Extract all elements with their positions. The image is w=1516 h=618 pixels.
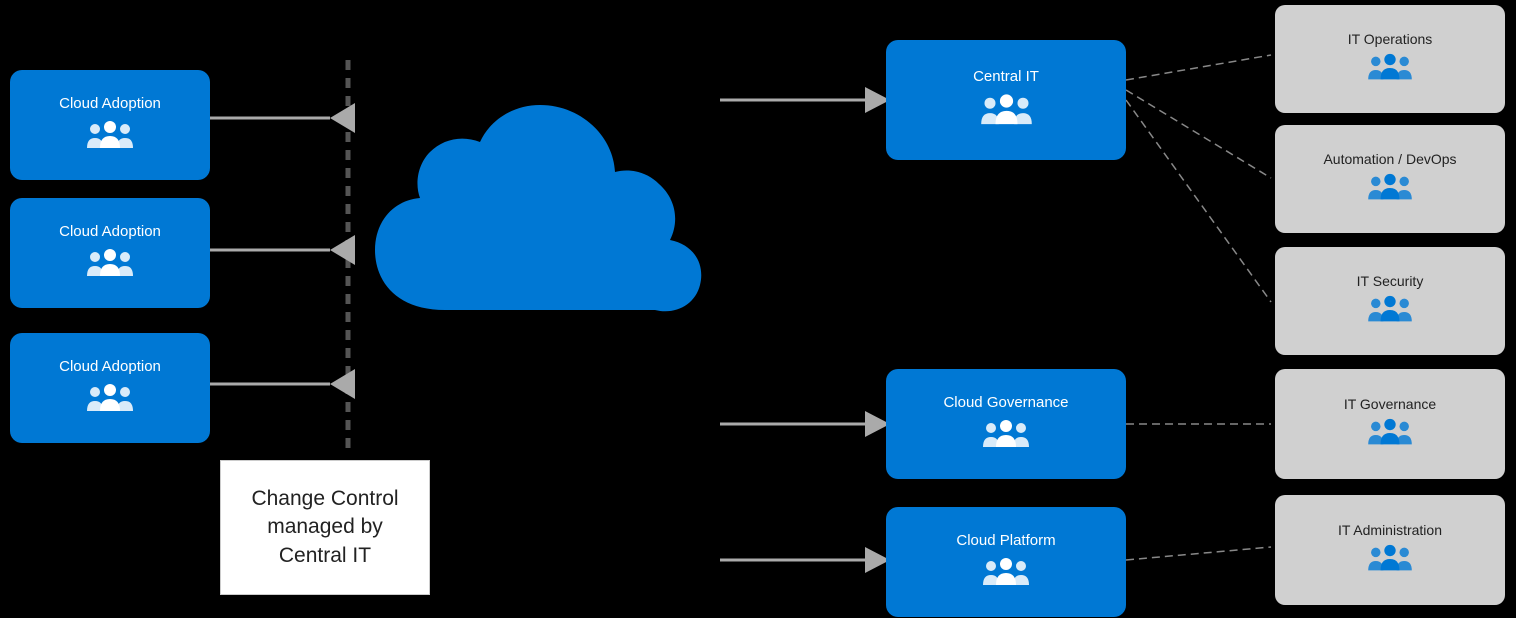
people-icon <box>85 118 135 156</box>
cloud-adoption-3: Cloud Adoption <box>10 333 210 443</box>
central-it-box: Central IT <box>886 40 1126 160</box>
people-icon <box>1366 51 1414 87</box>
people-icon <box>1366 416 1414 452</box>
cloud-adoption-1: Cloud Adoption <box>10 70 210 180</box>
diagram: Cloud Adoption Cloud Adoption Cloud Adop… <box>0 0 1516 618</box>
it-governance-box: IT Governance <box>1275 369 1505 479</box>
it-security-box: IT Security <box>1275 247 1505 355</box>
automation-devops-box: Automation / DevOps <box>1275 125 1505 233</box>
people-icon <box>1366 293 1414 329</box>
people-icon <box>981 555 1031 593</box>
it-operations-box: IT Operations <box>1275 5 1505 113</box>
cloud-adoption-2: Cloud Adoption <box>10 198 210 308</box>
people-icon <box>979 91 1034 133</box>
cloud-icon <box>365 90 710 360</box>
cloud-governance-box: Cloud Governance <box>886 369 1126 479</box>
people-icon <box>1366 542 1414 578</box>
it-administration-box: IT Administration <box>1275 495 1505 605</box>
change-control-box: Change Control managed by Central IT <box>220 460 430 595</box>
people-icon <box>1366 171 1414 207</box>
people-icon <box>981 417 1031 455</box>
cloud-platform-box: Cloud Platform <box>886 507 1126 617</box>
people-icon <box>85 246 135 284</box>
people-icon <box>85 381 135 419</box>
